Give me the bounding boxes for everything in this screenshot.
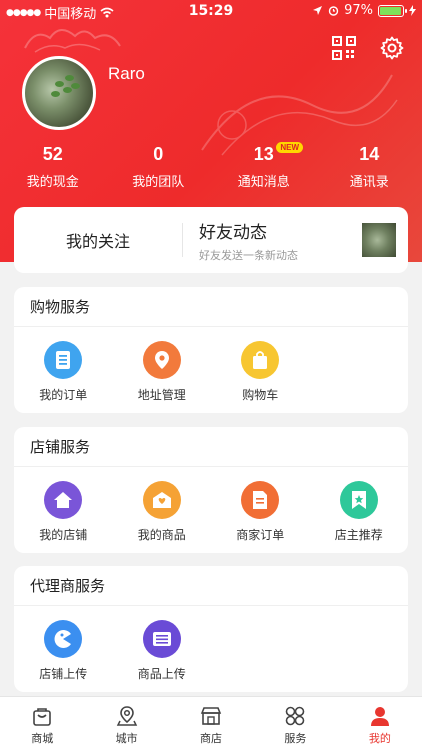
stats-row: 52 我的现金 0 我的团队 NEW 13 通知消息 14 通讯录 <box>0 142 422 190</box>
section-title: 店铺服务 <box>14 427 408 467</box>
cloud-decoration <box>24 29 121 53</box>
gear-icon <box>380 36 404 60</box>
status-bar: ●●●●● 中国移动 15:29 97% <box>0 0 422 24</box>
shopping-bag-icon <box>241 341 280 379</box>
stat-value: 52 <box>42 144 63 164</box>
store-service-card: 店铺服务 我的店铺 我的商品 商家订单 店主推荐 <box>14 427 408 553</box>
owner-recommend-button[interactable]: 店主推荐 <box>310 481 409 543</box>
stat-label: 通讯录 <box>349 175 389 190</box>
stat-notifications[interactable]: NEW 13 通知消息 <box>211 142 317 190</box>
grid-icon <box>253 705 337 727</box>
my-store-button[interactable]: 我的店铺 <box>14 481 113 543</box>
tab-label: 商城 <box>31 732 54 745</box>
product-upload-button[interactable]: 商品上传 <box>113 620 212 682</box>
stat-cash[interactable]: 52 我的现金 <box>0 142 106 190</box>
tab-label: 城市 <box>115 732 138 745</box>
bookmark-icon <box>339 481 378 519</box>
grid-label: 我的订单 <box>39 388 88 402</box>
location-arrow-icon <box>313 6 323 15</box>
bottom-tab-bar: 商城 城市 商店 服务 我的 <box>0 696 422 750</box>
new-badge: NEW <box>276 142 304 153</box>
grid-label: 店铺上传 <box>39 667 88 681</box>
stat-value: 14 <box>359 144 380 164</box>
username[interactable]: Raro <box>108 64 145 84</box>
settings-button[interactable] <box>378 34 406 62</box>
friends-activity-thumbnail[interactable] <box>362 223 396 257</box>
tab-label: 服务 <box>284 732 307 745</box>
battery-percent: 97% <box>344 3 373 18</box>
tab-store[interactable]: 商店 <box>169 697 253 750</box>
shopping-service-card: 购物服务 我的订单 地址管理 购物车 <box>14 287 408 413</box>
shopping-cart-button[interactable]: 购物车 <box>211 341 310 403</box>
stat-value: 0 <box>153 144 164 164</box>
status-right: 97% <box>312 3 416 18</box>
order-list-icon <box>44 341 83 379</box>
tab-mall[interactable]: 商城 <box>0 697 84 750</box>
store-icon <box>169 705 253 727</box>
battery-fill <box>380 6 402 15</box>
service-grid: 店铺上传 商品上传 <box>14 606 408 682</box>
heart-mail-icon <box>142 481 181 519</box>
location-pin-icon <box>142 341 181 379</box>
avatar-leaf <box>55 81 64 87</box>
mall-bag-icon <box>0 705 84 727</box>
stat-contacts[interactable]: 14 通讯录 <box>317 142 422 190</box>
follow-card: 我的关注 好友动态 好友发送一条新动态 <box>14 207 408 273</box>
avatar[interactable] <box>22 56 96 130</box>
qr-code-icon <box>332 36 356 60</box>
my-follow-button[interactable]: 我的关注 <box>14 228 182 252</box>
qr-code-button[interactable] <box>330 34 358 62</box>
tab-label: 我的 <box>368 732 391 745</box>
tab-mine[interactable]: 我的 <box>338 697 422 750</box>
user-icon <box>338 705 422 727</box>
stat-label: 我的现金 <box>26 175 79 190</box>
grid-label: 我的商品 <box>137 528 186 542</box>
grid-label: 地址管理 <box>137 388 186 402</box>
charging-icon <box>409 5 416 16</box>
stat-team[interactable]: 0 我的团队 <box>106 142 212 190</box>
upload-list-icon <box>142 620 181 658</box>
avatar-leaf <box>71 83 80 89</box>
grid-label: 店主推荐 <box>334 528 383 542</box>
store-upload-button[interactable]: 店铺上传 <box>14 620 113 682</box>
battery-icon <box>378 4 407 17</box>
merchant-orders-button[interactable]: 商家订单 <box>211 481 310 543</box>
grid-label: 商品上传 <box>137 667 186 681</box>
address-management-button[interactable]: 地址管理 <box>113 341 212 403</box>
avatar-leaf <box>51 91 60 97</box>
grid-label: 购物车 <box>242 388 279 402</box>
section-title: 购物服务 <box>14 287 408 327</box>
map-pin-icon <box>84 705 168 727</box>
pacman-icon <box>44 620 83 658</box>
home-icon <box>44 481 83 519</box>
service-grid: 我的店铺 我的商品 商家订单 店主推荐 <box>14 467 408 543</box>
stat-label: 通知消息 <box>237 175 290 190</box>
avatar-leaf <box>65 75 74 81</box>
grid-label: 我的店铺 <box>39 528 88 542</box>
section-title: 代理商服务 <box>14 566 408 606</box>
alarm-icon <box>328 6 339 16</box>
document-icon <box>241 481 280 519</box>
stat-label: 我的团队 <box>132 175 185 190</box>
my-orders-button[interactable]: 我的订单 <box>14 341 113 403</box>
agent-service-card: 代理商服务 店铺上传 商品上传 <box>14 566 408 692</box>
tab-label: 商店 <box>200 732 223 745</box>
header-actions <box>330 34 406 62</box>
service-grid: 我的订单 地址管理 购物车 <box>14 327 408 403</box>
my-products-button[interactable]: 我的商品 <box>113 481 212 543</box>
avatar-leaf <box>63 87 72 93</box>
tab-service[interactable]: 服务 <box>253 697 337 750</box>
grid-label: 商家订单 <box>236 528 285 542</box>
tab-city[interactable]: 城市 <box>84 697 168 750</box>
